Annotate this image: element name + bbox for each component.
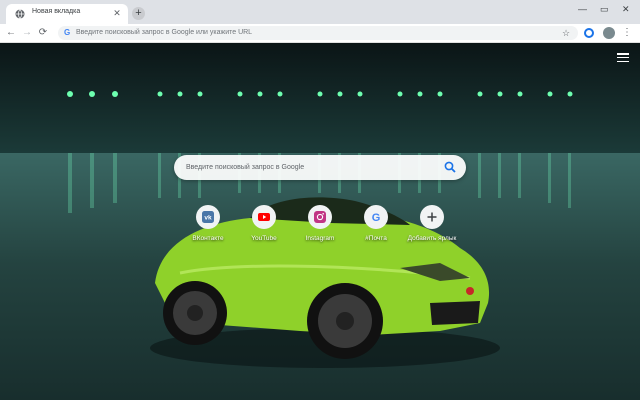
add-shortcut-button[interactable] <box>420 205 444 229</box>
background-lights <box>67 91 573 97</box>
shortcut-add[interactable]: Добавить ярлык <box>402 205 462 242</box>
new-tab-button[interactable]: + <box>132 7 145 20</box>
profile-avatar[interactable] <box>603 27 615 39</box>
back-icon[interactable]: ← <box>4 26 18 40</box>
google-icon: G <box>64 28 71 37</box>
search-box[interactable]: Введите поисковый запрос в Google <box>174 155 466 180</box>
omnibox-placeholder: Введите поисковый запрос в Google или ук… <box>76 29 253 36</box>
instagram-icon <box>314 211 326 223</box>
shortcut-youtube[interactable]: YouTube <box>234 205 294 242</box>
vk-icon: vk <box>202 211 214 223</box>
close-icon[interactable]: ✕ <box>110 6 124 20</box>
shortcut-vkontakte[interactable]: vk ВКонтакте <box>178 205 238 242</box>
shortcut-pochta[interactable]: G #Почта <box>346 205 406 242</box>
search-placeholder: Введите поисковый запрос в Google <box>186 164 305 171</box>
google-icon: G <box>372 212 381 223</box>
plus-icon <box>427 212 437 222</box>
new-tab-page: Введите поисковый запрос в Google vk ВКо… <box>0 43 640 400</box>
reload-icon[interactable]: ⟳ <box>36 26 50 40</box>
menu-icon[interactable] <box>617 53 629 63</box>
car-illustration <box>150 197 500 368</box>
kebab-menu-icon[interactable]: ⋮ <box>622 26 632 40</box>
maximize-icon[interactable]: ▭ <box>600 4 609 15</box>
shortcut-label: Instagram <box>305 235 335 242</box>
extension-icon[interactable] <box>584 28 594 38</box>
search-icon[interactable] <box>444 161 456 173</box>
shortcut-tile[interactable]: G <box>364 205 388 229</box>
shortcut-label: #Почта <box>365 235 387 242</box>
bookmark-star-icon[interactable]: ☆ <box>562 26 570 40</box>
tab-strip: Новая вкладка ✕ + — ▭ ✕ <box>0 0 640 24</box>
youtube-icon <box>258 213 270 221</box>
svg-text:vk: vk <box>204 215 212 222</box>
shortcut-tile[interactable]: vk <box>196 205 220 229</box>
shortcut-instagram[interactable]: Instagram <box>290 205 350 242</box>
svg-text:G: G <box>372 212 381 223</box>
omnibox[interactable]: G Введите поисковый запрос в Google или … <box>58 26 578 40</box>
window-close-icon[interactable]: ✕ <box>622 4 630 15</box>
shortcut-label: ВКонтакте <box>192 235 224 242</box>
browser-toolbar: ← → ⟳ G Введите поисковый запрос в Googl… <box>0 24 640 43</box>
minimize-icon[interactable]: — <box>578 4 587 14</box>
shortcut-label: YouTube <box>251 235 277 242</box>
shortcut-label: Добавить ярлык <box>407 235 457 242</box>
shortcut-tile[interactable] <box>252 205 276 229</box>
shortcut-tile[interactable] <box>308 205 332 229</box>
globe-icon <box>15 9 25 19</box>
tab-title: Новая вкладка <box>32 8 81 15</box>
tab-new-tab[interactable]: Новая вкладка ✕ <box>6 4 128 24</box>
forward-icon[interactable]: → <box>20 26 34 40</box>
